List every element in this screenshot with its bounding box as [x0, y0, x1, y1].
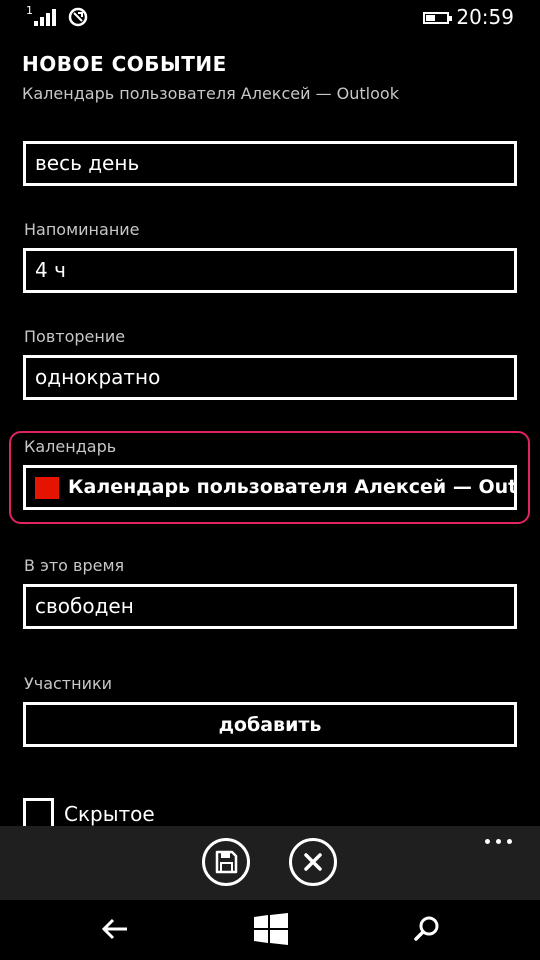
page-title: НОВОЕ СОБЫТИЕ	[22, 52, 227, 76]
navigation-bar	[0, 900, 540, 960]
data-sense-icon	[68, 7, 88, 27]
save-icon	[215, 850, 238, 874]
search-icon[interactable]	[413, 915, 441, 943]
repeat-label: Повторение	[24, 327, 126, 346]
status-label: В это время	[24, 556, 125, 575]
battery-icon	[423, 12, 452, 24]
cancel-icon	[304, 853, 322, 871]
attendees-label: Участники	[24, 674, 113, 693]
more-button[interactable]	[484, 834, 516, 850]
repeat-value: однократно	[35, 365, 161, 389]
app-bar	[0, 826, 540, 900]
page-subtitle: Календарь пользователя Алексей — Outlook	[22, 84, 399, 103]
duration-field[interactable]: весь день	[23, 141, 517, 186]
calendar-label: Календарь	[24, 437, 117, 456]
cancel-button[interactable]	[289, 838, 337, 886]
calendar-color-swatch	[35, 477, 59, 499]
reminder-label: Напоминание	[24, 220, 140, 239]
private-checkbox[interactable]	[23, 798, 54, 829]
signal-strength-icon: 1	[26, 4, 58, 26]
status-field[interactable]: свободен	[23, 584, 517, 629]
duration-value: весь день	[35, 151, 140, 175]
save-button[interactable]	[202, 838, 250, 886]
status-value: свободен	[35, 594, 134, 618]
private-label[interactable]: Скрытое	[64, 802, 155, 826]
reminder-value: 4 ч	[35, 258, 66, 282]
repeat-field[interactable]: однократно	[23, 355, 517, 400]
status-time: 20:59	[456, 5, 514, 29]
back-arrow-icon[interactable]	[101, 917, 129, 941]
signal-label: 1	[26, 4, 33, 17]
windows-start-icon[interactable]	[254, 913, 288, 945]
add-attendees-button[interactable]: добавить	[23, 702, 517, 747]
add-attendees-label: добавить	[218, 713, 322, 736]
reminder-field[interactable]: 4 ч	[23, 248, 517, 293]
calendar-value: Календарь пользователя Алексей — Outlo	[68, 476, 517, 498]
calendar-field[interactable]: Календарь пользователя Алексей — Outlo	[23, 465, 517, 510]
